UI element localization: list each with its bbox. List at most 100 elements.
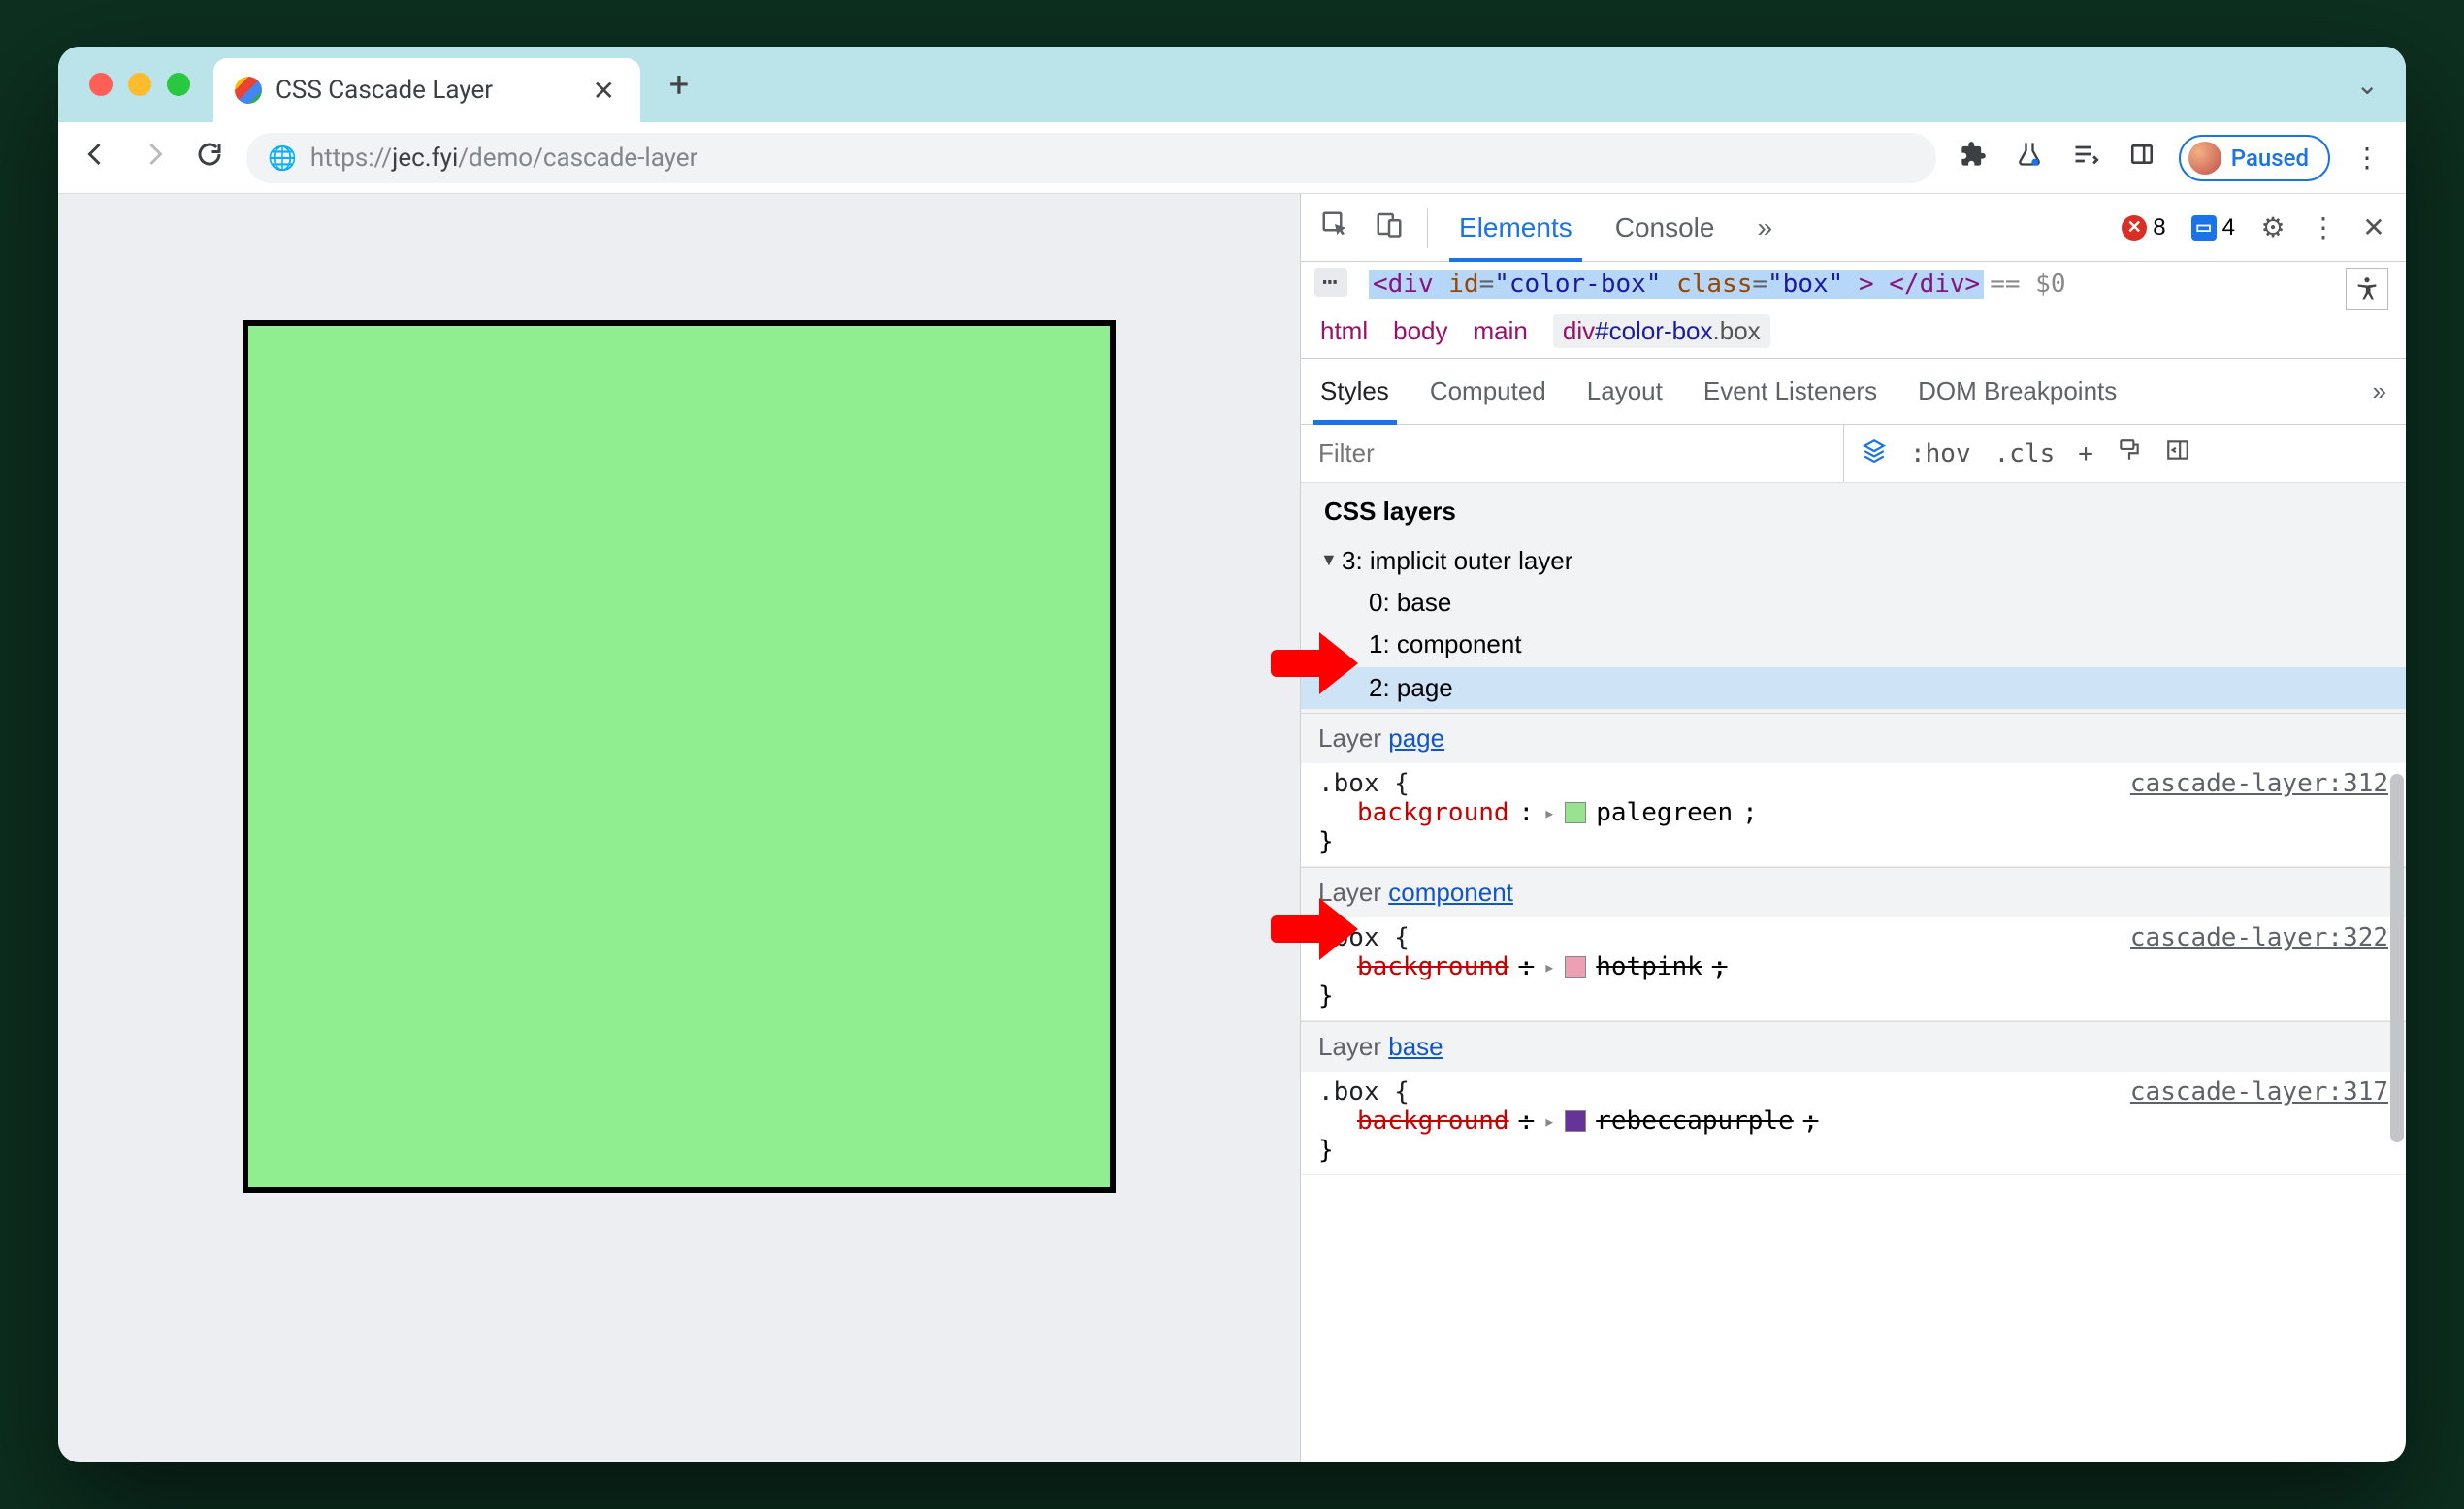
styles-subtabs: Styles Computed Layout Event Listeners D… xyxy=(1301,359,2406,425)
back-button[interactable] xyxy=(78,140,116,177)
layer-root[interactable]: 3: implicit outer layer xyxy=(1318,540,2388,582)
rule-selector[interactable]: .box { xyxy=(1318,923,1410,952)
rule-value[interactable]: palegreen xyxy=(1596,798,1733,827)
close-window-icon[interactable] xyxy=(89,73,113,96)
url-text: https://jec.fyi/demo/cascade-layer xyxy=(310,144,698,173)
collapsed-ancestor-icon[interactable]: ⋯ xyxy=(1314,268,1347,297)
issues-badge[interactable]: ▭4 xyxy=(2184,212,2243,243)
reload-button[interactable] xyxy=(190,140,229,177)
rule-source[interactable]: cascade-layer:322 xyxy=(2130,923,2388,952)
address-bar[interactable]: 🌐 https://jec.fyi/demo/cascade-layer xyxy=(246,133,1936,183)
breadcrumb[interactable]: html body main div#color-box.box xyxy=(1301,305,2406,358)
expand-shorthand-icon[interactable]: ▸ xyxy=(1543,801,1555,824)
crumb-selected[interactable]: div#color-box.box xyxy=(1553,314,1770,348)
crumb-html[interactable]: html xyxy=(1320,316,1368,346)
tab-elements[interactable]: Elements xyxy=(1457,195,1574,261)
tabs-overflow-icon[interactable]: ⌄ xyxy=(2356,47,2379,122)
layer-page[interactable]: 2: page xyxy=(1301,667,2406,709)
rule-source[interactable]: cascade-layer:312 xyxy=(2130,769,2388,798)
devtools-menu-icon[interactable]: ⋮ xyxy=(2303,211,2344,243)
chrome-menu-icon[interactable]: ⋮ xyxy=(2348,142,2386,174)
labs-icon[interactable] xyxy=(2010,141,2049,175)
avatar xyxy=(2188,142,2221,175)
reading-list-icon[interactable] xyxy=(2066,141,2105,175)
toolbar: 🌐 https://jec.fyi/demo/cascade-layer Pau… xyxy=(58,122,2406,194)
paint-icon[interactable] xyxy=(2117,437,2142,469)
fullscreen-window-icon[interactable] xyxy=(167,73,190,96)
layer-head-page: Layer page xyxy=(1301,714,2406,763)
rule-prop[interactable]: background xyxy=(1357,1107,1509,1136)
close-devtools-icon[interactable]: ✕ xyxy=(2353,211,2394,243)
paused-label: Paused xyxy=(2231,144,2309,172)
cls-toggle[interactable]: .cls xyxy=(1994,439,2056,468)
window-controls[interactable] xyxy=(89,73,190,96)
browser-tab[interactable]: CSS Cascade Layer ✕ xyxy=(213,58,640,122)
styles-filter-bar: :hov .cls + xyxy=(1301,425,2406,483)
profile-paused-pill[interactable]: Paused xyxy=(2179,135,2330,181)
browser-window: CSS Cascade Layer ✕ + ⌄ 🌐 https://jec.fy… xyxy=(58,47,2406,1462)
dom-tag: <div xyxy=(1373,270,1448,299)
styles-filter-input[interactable] xyxy=(1301,425,1844,482)
new-rule-button[interactable]: + xyxy=(2078,439,2093,468)
rule-close: } xyxy=(1318,981,2388,1011)
subtab-dom-breakpoints[interactable]: DOM Breakpoints xyxy=(1916,359,2119,424)
rule-close: } xyxy=(1318,827,2388,856)
subtab-computed[interactable]: Computed xyxy=(1428,359,1548,424)
page-viewport xyxy=(58,194,1300,1462)
side-panel-icon[interactable] xyxy=(2123,142,2161,174)
forward-button[interactable] xyxy=(134,140,173,177)
css-layers-heading: CSS layers xyxy=(1324,497,2388,527)
subtabs-more-icon[interactable]: » xyxy=(2371,359,2388,424)
tabs-more-icon[interactable]: » xyxy=(1755,195,1774,261)
rule-prop[interactable]: background xyxy=(1357,798,1509,827)
rule-group-component: Layer component .box { cascade-layer:322… xyxy=(1301,867,2406,1021)
settings-icon[interactable]: ⚙ xyxy=(2253,211,2293,243)
color-swatch-icon[interactable] xyxy=(1565,1110,1586,1132)
rule-value[interactable]: hotpink xyxy=(1596,952,1702,981)
crumb-body[interactable]: body xyxy=(1393,316,1447,346)
rule-group-page: Layer page .box { cascade-layer:312 back… xyxy=(1301,713,2406,867)
rule-selector[interactable]: .box { xyxy=(1318,1077,1410,1107)
color-box xyxy=(243,320,1116,1193)
accessibility-icon[interactable] xyxy=(2346,268,2388,310)
rule-close: } xyxy=(1318,1136,2388,1165)
new-tab-button[interactable]: + xyxy=(654,59,704,110)
rule-source[interactable]: cascade-layer:317 xyxy=(2130,1077,2388,1107)
devtools-panel: Elements Console » ✕8 ▭4 ⚙ ⋮ ✕ ⋯ <div id… xyxy=(1300,194,2406,1462)
rule-group-base: Layer base .box { cascade-layer:317 back… xyxy=(1301,1021,2406,1175)
errors-badge[interactable]: ✕8 xyxy=(2114,212,2173,243)
subtab-event-listeners[interactable]: Event Listeners xyxy=(1702,359,1879,424)
toggle-layers-icon[interactable] xyxy=(1862,437,1887,469)
hov-toggle[interactable]: :hov xyxy=(1910,439,1971,468)
subtab-styles[interactable]: Styles xyxy=(1318,359,1391,424)
expand-shorthand-icon[interactable]: ▸ xyxy=(1543,955,1555,979)
layer-base[interactable]: 0: base xyxy=(1318,582,2388,624)
extensions-icon[interactable] xyxy=(1954,141,1993,175)
subtab-layout[interactable]: Layout xyxy=(1585,359,1665,424)
layer-link-base[interactable]: base xyxy=(1388,1032,1443,1061)
scrollbar[interactable] xyxy=(2390,774,2404,1142)
site-info-icon[interactable]: 🌐 xyxy=(268,144,297,172)
minimize-window-icon[interactable] xyxy=(128,73,151,96)
tab-title: CSS Cascade Layer xyxy=(276,76,571,105)
dollar-zero: == $0 xyxy=(1990,270,2065,299)
expand-shorthand-icon[interactable]: ▸ xyxy=(1543,1109,1555,1133)
layer-link-component[interactable]: component xyxy=(1388,878,1513,907)
layer-link-page[interactable]: page xyxy=(1388,723,1444,753)
favicon-icon xyxy=(235,77,262,104)
dom-tree[interactable]: ⋯ <div id="color-box" class="box" > </di… xyxy=(1301,262,2406,359)
color-swatch-icon[interactable] xyxy=(1565,956,1586,978)
rule-selector[interactable]: .box { xyxy=(1318,769,1410,798)
devtools-toolbar: Elements Console » ✕8 ▭4 ⚙ ⋮ ✕ xyxy=(1301,194,2406,262)
tab-console[interactable]: Console xyxy=(1613,195,1717,261)
close-tab-icon[interactable]: ✕ xyxy=(585,71,623,111)
crumb-main[interactable]: main xyxy=(1474,316,1528,346)
inspect-icon[interactable] xyxy=(1313,209,1357,245)
color-swatch-icon[interactable] xyxy=(1565,802,1586,823)
css-layers-section: CSS layers 3: implicit outer layer 0: ba… xyxy=(1301,483,2406,713)
computed-sidebar-icon[interactable] xyxy=(2165,437,2190,469)
rule-value[interactable]: rebeccapurple xyxy=(1596,1107,1794,1136)
rule-prop[interactable]: background xyxy=(1357,952,1509,981)
device-toggle-icon[interactable] xyxy=(1367,209,1411,245)
layer-component[interactable]: 1: component xyxy=(1318,624,2388,665)
